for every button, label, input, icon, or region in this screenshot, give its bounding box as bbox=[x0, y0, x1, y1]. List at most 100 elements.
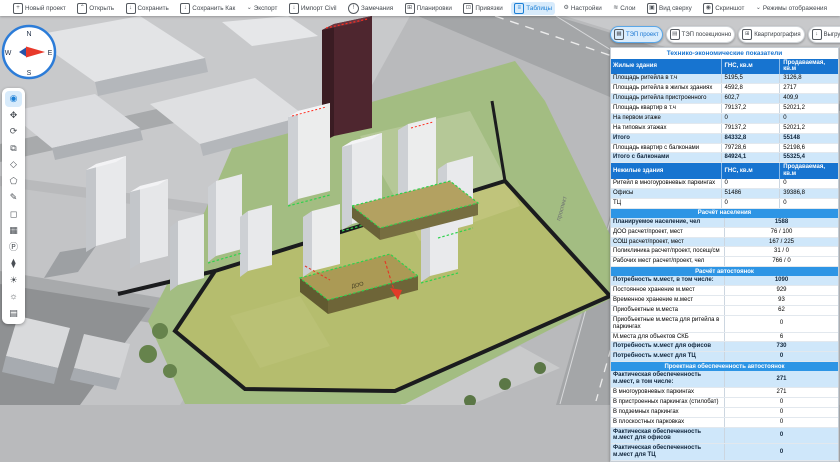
table-row[interactable]: М.места для объектов СКБ6 bbox=[611, 333, 838, 343]
stats-tool-button[interactable]: ▤ bbox=[5, 306, 22, 322]
shadow-tool-button[interactable]: ☼ bbox=[5, 289, 22, 305]
landscape-tool-button[interactable]: ⧫ bbox=[5, 256, 22, 272]
column-header-gns: ГНС, кв.м bbox=[721, 163, 780, 179]
select-tool-icon: ◉ bbox=[10, 94, 18, 103]
table-row[interactable]: Проектная обеспеченность автостоянок bbox=[611, 362, 838, 371]
panel-tab-label: Квартирография bbox=[754, 32, 800, 38]
toolbar-button-label: Сохранить Как bbox=[192, 5, 235, 12]
panel-tab-tep-sections[interactable]: ▤ТЭП посекционно bbox=[666, 26, 736, 43]
table-row[interactable]: В подземных паркингах0 bbox=[611, 408, 838, 418]
toolbar-button-label: Планировки bbox=[417, 5, 452, 12]
table-row[interactable]: Площадь квартир в т.ч79137,252021,2 bbox=[611, 104, 838, 114]
table-row[interactable]: СОШ расчет/проект, мест167 / 225 bbox=[611, 238, 838, 248]
sun-tool-button[interactable]: ☀ bbox=[5, 273, 22, 289]
table-row[interactable]: Итого84332,855148 bbox=[611, 134, 838, 144]
row-label: Итого с балконами bbox=[611, 153, 721, 162]
landscape-tool-icon: ⧫ bbox=[11, 259, 15, 268]
table-row[interactable]: Приобъектные м.места62 bbox=[611, 306, 838, 316]
table-row[interactable]: Площадь ритейла пристроенного602,7409,9 bbox=[611, 94, 838, 104]
table-row[interactable]: Площадь ритейла в жилых зданиях4592,8271… bbox=[611, 84, 838, 94]
table-row[interactable]: Расчёт автостоянок bbox=[611, 267, 838, 276]
row-label: Площадь ритейла в жилых зданиях bbox=[611, 84, 721, 93]
table-row[interactable]: ДОО расчет/проект, мест76 / 100 bbox=[611, 228, 838, 238]
toolbar-button-remarks[interactable]: !Замечания bbox=[345, 2, 396, 15]
toolbar-button-save[interactable]: ↓Сохранить bbox=[123, 2, 172, 15]
table-row[interactable]: Офисы5148639386,8 bbox=[611, 189, 838, 199]
table-row[interactable]: Фактическая обеспеченность м.мест, в том… bbox=[611, 371, 838, 388]
row-value: 0 bbox=[724, 408, 838, 417]
row-label: Итого bbox=[611, 134, 721, 143]
table-row[interactable]: Расчёт населения bbox=[611, 209, 838, 218]
layers-icon: ≋ bbox=[613, 5, 618, 11]
select-tool-button[interactable]: ◉ bbox=[5, 91, 22, 107]
toolbar-button-label: Импорт Civil bbox=[301, 5, 337, 12]
draw-tool-button[interactable]: ✎ bbox=[5, 190, 22, 206]
tool-sidebar: ◉ ✥⟳⧉◇⬠✎◻▦Ⓟ ⧫ ☀☼▤ bbox=[2, 88, 25, 324]
column-header-gns: ГНС, кв.м bbox=[721, 59, 780, 75]
link-tool-button[interactable]: ⧉ bbox=[5, 141, 22, 157]
table-row[interactable]: Площадь ритейла в т.ч5195,53126,8 bbox=[611, 74, 838, 84]
table-row[interactable]: Рабочих мест расчет/проект, чел766 / 0 bbox=[611, 257, 838, 267]
row-value: 1090 bbox=[724, 276, 838, 285]
table-row[interactable]: Ритейл в многоуровневых паркингах00 bbox=[611, 179, 838, 189]
panel-tab-tep-project[interactable]: ▦ТЭП проект bbox=[610, 26, 663, 43]
table-row[interactable]: На первом этаже00 bbox=[611, 114, 838, 124]
row-label: Планируемое население, чел bbox=[611, 218, 724, 227]
panel-tab-download[interactable]: ↓Выгрузить bbox=[808, 26, 840, 43]
toolbar-button-label: Открыть bbox=[89, 5, 114, 12]
table-row[interactable]: Жилые зданияГНС, кв.мПродаваемая, кв.м bbox=[611, 59, 838, 75]
row-label: Приобъектные м.места для ритейла в парки… bbox=[611, 316, 724, 332]
table-row[interactable]: Потребность м.мест для офисов730 bbox=[611, 342, 838, 352]
table-row[interactable]: На типовых этажах79137,252021,2 bbox=[611, 124, 838, 134]
table-row[interactable]: Нежилые зданияГНС, кв.мПродаваемая, кв.м bbox=[611, 163, 838, 179]
volume-tool-button[interactable]: ◻ bbox=[5, 207, 22, 223]
polygon-select-tool-button[interactable]: ⬠ bbox=[5, 174, 22, 190]
table-row[interactable]: ТЦ00 bbox=[611, 199, 838, 209]
row-value-gns: 84332,8 bbox=[721, 134, 780, 143]
toolbar-button-layers[interactable]: ≋Слои bbox=[610, 4, 638, 13]
toolbar-button-top-view[interactable]: ▣Вид сверху bbox=[644, 2, 695, 15]
toolbar-button-export[interactable]: ⌄Экспорт bbox=[244, 4, 281, 13]
parking-tool-button[interactable]: Ⓟ bbox=[5, 240, 22, 256]
table-row[interactable]: Поликлиника расчет/проект, посещ/см31 / … bbox=[611, 247, 838, 257]
row-value: 0 bbox=[724, 352, 838, 361]
table-row[interactable]: Площадь квартир с балконами79728,652198,… bbox=[611, 144, 838, 154]
table-row[interactable]: Фактическая обеспеченность м.мест для оф… bbox=[611, 428, 838, 445]
panel-tab-flat-mix[interactable]: ⊞Квартирография bbox=[738, 26, 804, 43]
toolbar-button-layouts[interactable]: ⊞Планировки bbox=[402, 2, 455, 15]
row-value: 0 bbox=[724, 444, 838, 460]
table-row[interactable]: В пристроенных паркингах (стилобат)0 bbox=[611, 398, 838, 408]
row-value: 929 bbox=[724, 286, 838, 295]
table-row[interactable]: В многоуровневых паркингах271 bbox=[611, 388, 838, 398]
building-tool-button[interactable]: ▦ bbox=[5, 223, 22, 239]
toolbar-button-snaps[interactable]: ⊡Привязки bbox=[460, 2, 505, 15]
row-value-sellable: 55148 bbox=[779, 134, 838, 143]
row-value-gns: 0 bbox=[721, 114, 780, 123]
open-folder-icon: ⌃ bbox=[77, 3, 87, 14]
table-row[interactable]: Фактическая обеспеченность м.мест для ТЦ… bbox=[611, 444, 838, 461]
toolbar-button-display-modes[interactable]: ⌄Режимы отображения bbox=[753, 4, 830, 13]
table-row[interactable]: Приобъектные м.места для ритейла в парки… bbox=[611, 316, 838, 333]
tep-table-body: Жилые зданияГНС, кв.мПродаваемая, кв.мПл… bbox=[611, 59, 838, 462]
toolbar-button-tables[interactable]: ≡Таблицы bbox=[511, 2, 555, 15]
table-row[interactable]: Постоянное хранение м.мест929 bbox=[611, 286, 838, 296]
table-row[interactable]: Потребность м.мест, в том числе:1090 bbox=[611, 276, 838, 286]
toolbar-button-open[interactable]: ⌃Открыть bbox=[74, 2, 117, 15]
rotate-tool-button[interactable]: ⟳ bbox=[5, 124, 22, 140]
toolbar-button-save-as[interactable]: ↓Сохранить Как bbox=[177, 2, 238, 15]
table-row[interactable]: В плоскостных парковках0 bbox=[611, 418, 838, 428]
table-row[interactable]: Временное хранение м.мест93 bbox=[611, 296, 838, 306]
row-value-gns: 4592,8 bbox=[721, 84, 780, 93]
table-row[interactable]: Потребность м.мест для ТЦ0 bbox=[611, 352, 838, 362]
toolbar-button-screenshot[interactable]: ◉Скриншот bbox=[700, 2, 747, 15]
compass-east-label: E bbox=[48, 50, 53, 57]
move-tool-button[interactable]: ✥ bbox=[5, 108, 22, 124]
compass[interactable]: N S W E bbox=[0, 23, 58, 81]
toolbar-button-settings[interactable]: ⚙Настройки bbox=[560, 4, 604, 13]
toolbar-button-import-civil[interactable]: ↓Импорт Civil bbox=[286, 2, 340, 15]
table-row[interactable]: Планируемое население, чел1588 bbox=[611, 218, 838, 228]
area-tool-button[interactable]: ◇ bbox=[5, 157, 22, 173]
toolbar-button-new-project[interactable]: +Новый проект bbox=[10, 2, 69, 15]
right-panel: ▦ТЭП проект▤ТЭП посекционно⊞Квартирограф… bbox=[610, 26, 839, 462]
table-row[interactable]: Итого с балконами84924,155325,4 bbox=[611, 153, 838, 163]
